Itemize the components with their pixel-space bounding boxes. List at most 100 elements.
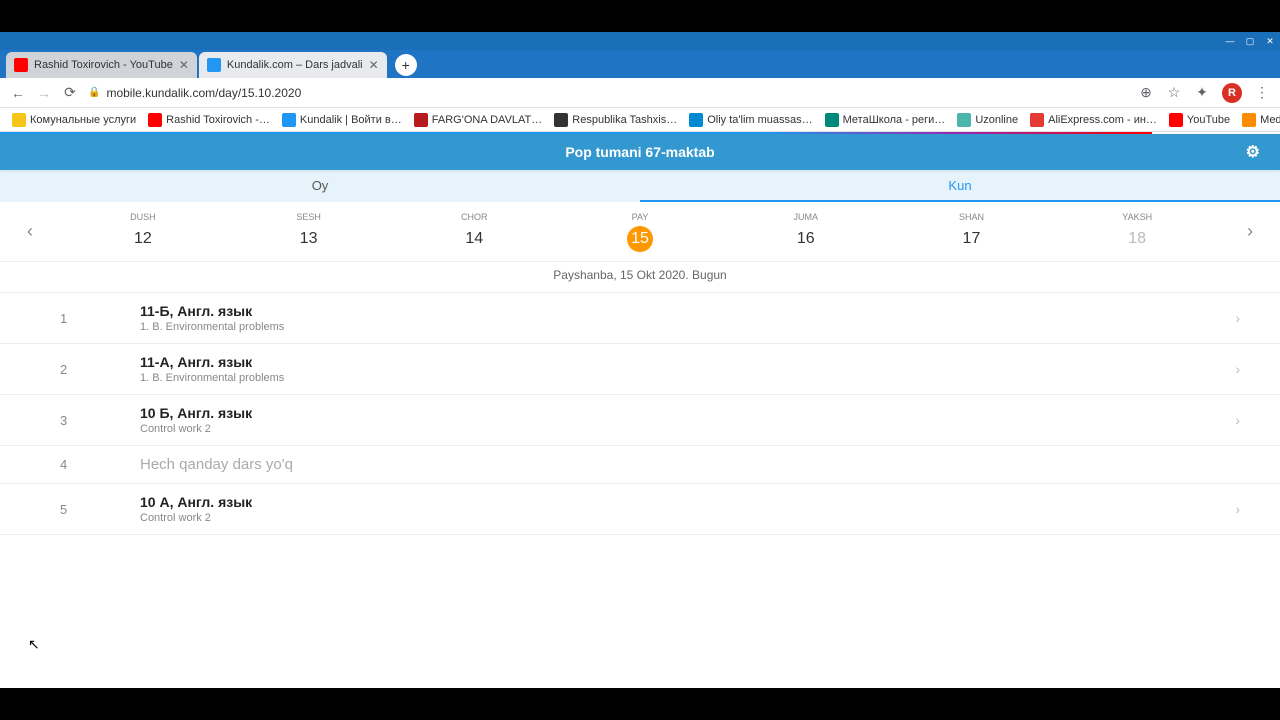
day-cell[interactable]: YAKSH 18 [1054,212,1220,252]
day-abbr: CHOR [391,212,557,222]
day-number: 18 [1124,226,1150,252]
day-number: 14 [461,226,487,252]
bookmark-item[interactable]: Oliy ta'lim muassas… [685,111,816,129]
bookmark-item[interactable]: Uzonline [953,111,1022,129]
bookmark-item[interactable]: YouTube [1165,111,1234,129]
lesson-body: 11-А, Англ. язык 1. B. Environmental prob… [140,354,1235,384]
lesson-row[interactable]: 2 11-А, Англ. язык 1. B. Environmental pro… [0,344,1280,395]
bookmark-favicon-icon [554,113,568,127]
day-abbr: SHAN [889,212,1055,222]
close-icon[interactable]: ✕ [369,58,379,72]
reload-button[interactable]: ⟳ [62,85,78,101]
gear-icon[interactable]: ⚙ [1246,142,1260,162]
day-cell[interactable]: CHOR 14 [391,212,557,252]
day-cell[interactable]: PAY 15 [557,212,723,252]
new-tab-button[interactable]: + [395,54,417,76]
chevron-right-icon: › [1235,412,1240,428]
view-tabs: Oy Kun [0,170,1280,202]
bookmark-label: FARG'ONA DAVLAT… [432,114,543,126]
day-cell[interactable]: JUMA16 [723,212,889,252]
bookmarks-bar: Комунальные услуги Rashid Toxirovich -… Ku… [0,108,1280,132]
lesson-title: 11-А, Англ. язык [140,354,1235,370]
browser-tab-kundalik[interactable]: Kundalik.com – Dars jadvali ✕ [199,52,387,78]
lesson-empty-text: Hech qanday dars yo'q [140,456,1260,473]
profile-avatar[interactable]: R [1222,83,1242,103]
lesson-row[interactable]: 3 10 Б, Англ. языкControl work 2› [0,395,1280,446]
bookmark-item[interactable]: МетаШкола - реги… [821,111,950,129]
day-number: 15 [627,226,653,252]
lesson-number: 5 [60,502,80,517]
bookmark-favicon-icon [689,113,703,127]
lesson-number: 2 [60,362,80,377]
window-minimize-button[interactable]: — [1224,35,1236,47]
tab-day[interactable]: Kun [640,170,1280,202]
lesson-body: 11-Б, Англ. язык 1. B. Environmental prob… [140,303,1235,333]
bookmark-favicon-icon [282,113,296,127]
extensions-icon[interactable]: ✦ [1194,85,1210,101]
lesson-title: 11-Б, Англ. язык [140,303,1235,319]
youtube-favicon-icon [14,58,28,72]
day-abbr: DUSH [60,212,226,222]
page-content: Pop tumani 67-maktab ⚙ Oy Kun ‹ DUSH12SE… [0,132,1280,688]
browser-tab-youtube[interactable]: Rashid Toxirovich - YouTube ✕ [6,52,197,78]
bookmark-favicon-icon [825,113,839,127]
day-cell[interactable]: DUSH 12 [60,212,226,252]
lesson-body: 10 Б, Англ. языкControl work 2 [140,405,1235,435]
window-maximize-button[interactable]: ▢ [1244,35,1256,47]
lesson-subtitle: 1. B. Environmental problems [140,321,1235,333]
bookmark-label: Rashid Toxirovich -… [166,114,270,126]
lesson-body: 10 А, Англ. языкControl work 2 [140,494,1235,524]
bookmark-label: Mediabay - Главна… [1260,114,1280,126]
tab-month[interactable]: Oy [0,170,640,202]
bookmark-star-icon[interactable]: ☆ [1166,85,1182,101]
bookmark-item[interactable]: FARG'ONA DAVLAT… [410,111,547,129]
bookmark-favicon-icon [1169,113,1183,127]
lesson-number: 3 [60,413,80,428]
day-cell[interactable]: SHAN17 [889,212,1055,252]
menu-icon[interactable]: ⋮ [1254,85,1270,101]
chevron-right-icon: › [1235,501,1240,517]
lesson-subtitle: 1. B. Environmental problems [140,372,1235,384]
week-strip: ‹ DUSH 12 SESH13CHOR 14 PAY 15 JUMA16SHAN17YAK… [0,202,1280,262]
window-titlebar: — ▢ ✕ [0,32,1280,50]
bookmark-favicon-icon [414,113,428,127]
day-abbr: PAY [557,212,723,222]
lesson-subtitle: Control work 2 [140,512,1235,524]
url-input[interactable]: 🔒 mobile.kundalik.com/day/15.10.2020 [88,86,1128,100]
day-number: 12 [130,226,156,252]
tab-title: Kundalik.com – Dars jadvali [227,59,363,71]
kundalik-favicon-icon [207,58,221,72]
bookmark-favicon-icon [1242,113,1256,127]
day-cell[interactable]: SESH13 [226,212,392,252]
day-number: 13 [296,226,322,252]
close-icon[interactable]: ✕ [179,58,189,72]
bookmark-label: Kundalik | Войти в… [300,114,402,126]
bookmark-item[interactable]: Respublika Tashxis… [550,111,681,129]
chevron-right-icon: › [1235,310,1240,326]
window-close-button[interactable]: ✕ [1264,35,1276,47]
bookmark-label: МетаШкола - реги… [843,114,946,126]
bookmark-item[interactable]: Kundalik | Войти в… [278,111,406,129]
bookmark-favicon-icon [12,113,26,127]
back-button[interactable]: ← [10,85,26,101]
bookmark-item[interactable]: AliExpress.com - ин… [1026,111,1161,129]
lesson-subtitle: Control work 2 [140,423,1235,435]
current-date-label: Payshanba, 15 Okt 2020. Bugun [0,262,1280,293]
lessons-list: 1 11-Б, Англ. язык 1. B. Environmental pro… [0,293,1280,535]
install-app-icon[interactable]: ⊕ [1138,85,1154,101]
bookmark-item[interactable]: Комунальные услуги [8,111,140,129]
tab-title: Rashid Toxirovich - YouTube [34,59,173,71]
prev-week-button[interactable]: ‹ [0,221,60,242]
chevron-right-icon: › [1235,361,1240,377]
bookmark-label: Комунальные услуги [30,114,136,126]
lesson-row[interactable]: 5 10 А, Англ. языкControl work 2› [0,484,1280,535]
lock-icon: 🔒 [88,87,100,98]
bookmark-item[interactable]: Mediabay - Главна… [1238,111,1280,129]
bookmark-item[interactable]: Rashid Toxirovich -… [144,111,274,129]
lesson-number: 1 [60,311,80,326]
address-bar: ← → ⟳ 🔒 mobile.kundalik.com/day/15.10.20… [0,78,1280,108]
lesson-row[interactable]: 1 11-Б, Англ. язык 1. B. Environmental pro… [0,293,1280,344]
bookmark-favicon-icon [148,113,162,127]
day-abbr: YAKSH [1054,212,1220,222]
next-week-button[interactable]: › [1220,221,1280,242]
